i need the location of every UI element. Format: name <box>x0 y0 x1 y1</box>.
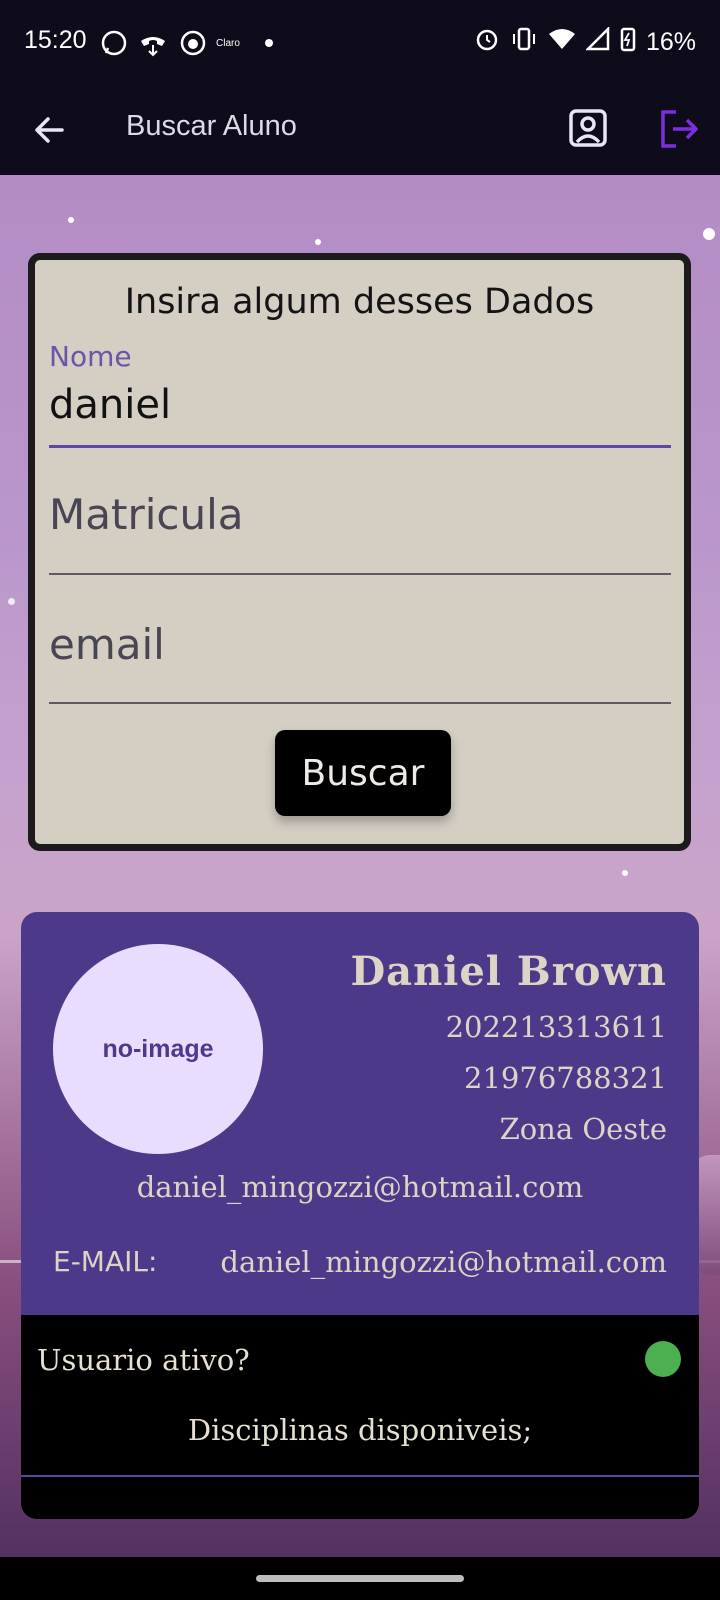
nome-underline <box>49 445 671 448</box>
email-field[interactable]: email <box>49 620 671 720</box>
star <box>8 598 15 605</box>
nome-label: Nome <box>49 340 132 373</box>
email-label: E-MAIL: <box>53 1245 158 1278</box>
profile-button[interactable] <box>566 106 610 150</box>
status-right: 16% <box>474 25 696 59</box>
logout-icon <box>661 110 698 148</box>
home-gesture-handle[interactable] <box>256 1575 464 1582</box>
star <box>68 217 74 223</box>
email-input[interactable]: email <box>49 620 165 669</box>
battery-percent: 16% <box>645 28 696 56</box>
signal-icon <box>584 25 610 58</box>
student-matricula: 202213313611 <box>445 1010 667 1044</box>
app-bar: Buscar Aluno <box>0 88 720 175</box>
email-value: daniel_mingozzi@hotmail.com <box>220 1245 667 1279</box>
status-section: Usuario ativo? Disciplinas disponiveis; <box>21 1315 699 1519</box>
account-box-icon <box>569 109 607 147</box>
status-bar: 15:20 Claro 16% <box>0 0 720 88</box>
star <box>622 870 628 876</box>
matricula-field[interactable]: Matricula <box>49 490 671 590</box>
star <box>315 239 321 245</box>
student-name: Daniel Brown <box>350 948 667 995</box>
call-icon <box>138 28 168 58</box>
matricula-underline <box>49 573 671 575</box>
battery-icon <box>620 26 636 59</box>
dot-icon <box>264 28 274 58</box>
cat-icon <box>180 28 206 58</box>
search-form-card: Insira algum desses Dados Nome daniel Ma… <box>28 253 691 851</box>
wifi-icon <box>548 27 576 58</box>
system-nav-bar <box>0 1557 720 1600</box>
matricula-input[interactable]: Matricula <box>49 490 244 539</box>
logout-button[interactable] <box>656 106 702 152</box>
status-time: 15:20 <box>24 26 87 54</box>
vibrate-icon <box>510 26 538 59</box>
active-label: Usuario ativo? <box>37 1343 250 1377</box>
alarm-icon <box>474 26 500 59</box>
claro-icon: Claro <box>216 28 240 58</box>
student-phone: 21976788321 <box>464 1061 667 1095</box>
disciplines-label: Disciplinas disponiveis; <box>187 1413 533 1447</box>
student-result-card[interactable]: no-image Daniel Brown 202213313611 21976… <box>21 912 699 1519</box>
form-heading: Insira algum desses Dados <box>124 282 595 322</box>
buscar-button[interactable]: Buscar <box>275 730 451 816</box>
nome-field[interactable]: Nome daniel <box>49 340 671 460</box>
student-region: Zona Oeste <box>499 1112 667 1146</box>
divider <box>21 1475 699 1477</box>
student-email: daniel_mingozzi@hotmail.com <box>136 1170 584 1204</box>
email-underline <box>49 702 671 704</box>
carrier-label: Claro <box>216 37 240 49</box>
whatsapp-icon <box>100 28 128 58</box>
star <box>703 228 715 240</box>
active-status-indicator <box>645 1341 681 1377</box>
page-title: Buscar Aluno <box>126 110 297 142</box>
back-button[interactable] <box>30 110 70 150</box>
avatar: no-image <box>53 944 263 1154</box>
nome-input[interactable]: daniel <box>49 382 171 428</box>
arrow-left-icon <box>35 117 64 143</box>
